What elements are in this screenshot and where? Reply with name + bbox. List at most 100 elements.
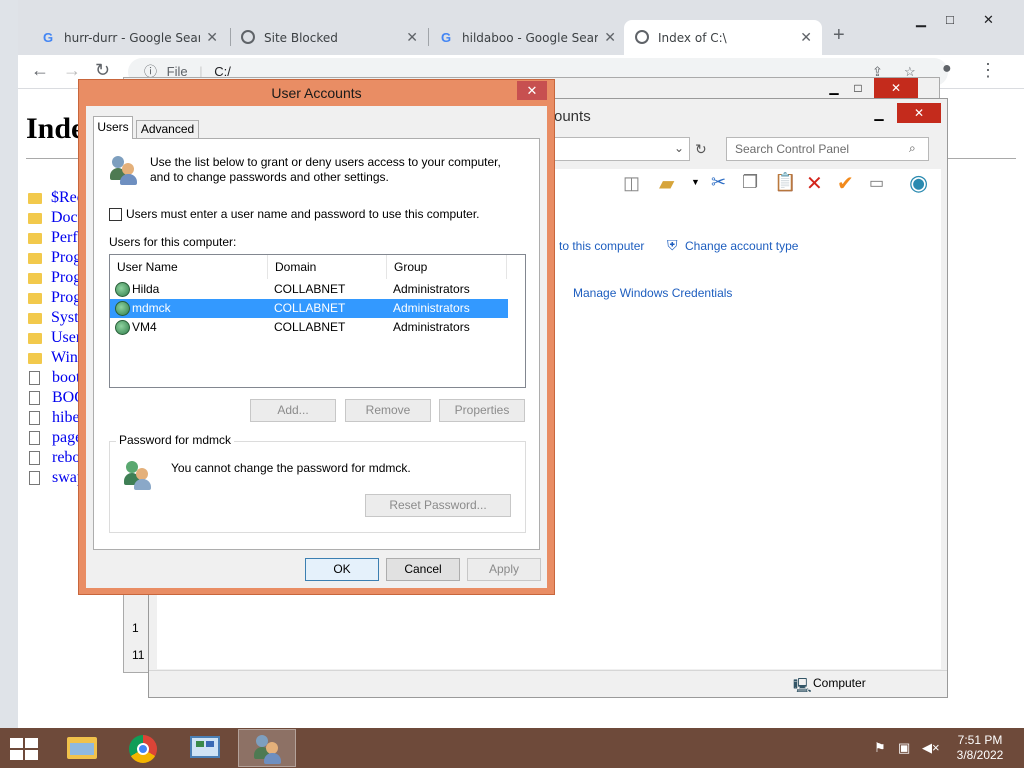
must-login-row[interactable]: Users must enter a user name and passwor… xyxy=(109,207,480,221)
delete-icon[interactable]: ✕ xyxy=(806,171,823,196)
directory-entry-link[interactable]: PerfLogs xyxy=(51,229,81,247)
user-domain: COLLABNET xyxy=(274,301,346,315)
close-tab-icon[interactable]: ✕ xyxy=(206,30,218,46)
chrome-icon[interactable] xyxy=(115,729,173,767)
rename-icon[interactable]: ▭ xyxy=(869,173,884,193)
manage-credentials-link[interactable]: Manage Windows Credentials xyxy=(573,286,732,300)
directory-entry[interactable]: ProgramData xyxy=(28,288,81,308)
directory-entry[interactable]: swapfile.sys xyxy=(28,468,82,488)
directory-entry-link[interactable]: Program Files (x86) xyxy=(51,269,81,287)
directory-entry-link[interactable]: Users xyxy=(51,329,81,347)
maximize-icon[interactable]: □ xyxy=(946,12,954,27)
search-input[interactable]: Search Control Panel xyxy=(726,137,929,161)
column-header-domain[interactable]: Domain xyxy=(268,255,387,279)
checkmark-icon[interactable]: ✔ xyxy=(837,171,854,196)
action-center-flag-icon[interactable]: ⚑ xyxy=(874,740,886,756)
give-access-link[interactable]: to this computer xyxy=(559,239,644,253)
tab-hurr-durr[interactable]: G hurr-durr - Google Search ✕ xyxy=(30,20,228,55)
change-account-type-link[interactable]: Change account type xyxy=(685,239,798,253)
network-globe-icon[interactable]: ◉ xyxy=(909,170,928,196)
close-tab-icon[interactable]: ✕ xyxy=(800,30,812,46)
user-group: Administrators xyxy=(393,320,470,334)
paste-icon[interactable]: 📋 xyxy=(774,172,796,193)
directory-entry-link[interactable]: ProgramData xyxy=(51,289,81,307)
tab-advanced[interactable]: Advanced xyxy=(136,120,199,139)
menu-kebab-icon[interactable]: ⋮ xyxy=(979,60,997,81)
close-window-icon[interactable]: ✕ xyxy=(874,78,918,98)
user-row[interactable]: VM4 COLLABNET Administrators xyxy=(110,318,508,337)
clock-date: 3/8/2022 xyxy=(956,748,1004,762)
back-icon[interactable]: ← xyxy=(31,60,49,81)
users-list[interactable]: User Name Domain Group Hilda COLLABNET Adm… xyxy=(109,254,526,388)
folder-icon xyxy=(28,292,42,304)
copy-icon[interactable]: ❐ xyxy=(742,172,758,193)
close-tab-icon[interactable]: ✕ xyxy=(406,30,418,46)
status-bar: 🖳 Computer xyxy=(149,670,947,696)
dropdown-arrow-icon[interactable]: ▼ xyxy=(691,177,700,187)
file-icon xyxy=(29,371,40,385)
layout-icon[interactable]: ◫ xyxy=(623,173,640,194)
remove-user-button[interactable]: Remove xyxy=(345,399,431,422)
status-computer-label: Computer xyxy=(813,676,866,690)
close-tab-icon[interactable]: ✕ xyxy=(604,30,616,46)
search-icon[interactable]: ⌕ xyxy=(909,141,916,156)
directory-entry-link[interactable]: Program Files xyxy=(51,249,81,267)
ok-button[interactable]: OK xyxy=(305,558,379,581)
user-row[interactable]: Hilda COLLABNET Administrators xyxy=(110,280,508,299)
directory-entry[interactable]: PerfLogs xyxy=(28,228,81,248)
refresh-icon[interactable]: ↻ xyxy=(695,141,707,158)
tab-users[interactable]: Users xyxy=(93,116,133,139)
control-panel-icon[interactable] xyxy=(176,729,234,767)
apply-button[interactable]: Apply xyxy=(467,558,541,581)
directory-entry[interactable]: bootmgr xyxy=(28,368,82,388)
close-window-icon[interactable]: ✕ xyxy=(897,103,941,123)
user-domain: COLLABNET xyxy=(274,320,346,334)
user-row[interactable]: mdmck COLLABNET Administrators xyxy=(110,299,508,318)
user-accounts-icon[interactable] xyxy=(238,729,296,767)
forward-icon[interactable]: → xyxy=(63,60,81,81)
folder-icon xyxy=(28,232,42,244)
new-tab-button[interactable]: + xyxy=(833,24,845,47)
directory-entry[interactable]: reboot xyxy=(28,448,82,468)
directory-entry[interactable]: Program Files xyxy=(28,248,81,268)
directory-entry[interactable]: Users xyxy=(28,328,81,348)
directory-entry[interactable]: $Recycle.Bin xyxy=(28,188,81,208)
properties-button[interactable]: Properties xyxy=(439,399,525,422)
minimize-icon[interactable]: ▁ xyxy=(916,12,926,28)
directory-entry[interactable]: pagefile.sys xyxy=(28,428,82,448)
clock[interactable]: 7:51 PM 3/8/2022 xyxy=(944,733,1016,763)
reload-icon[interactable]: ↻ xyxy=(95,60,110,81)
tab-hildaboo[interactable]: G hildaboo - Google Search ✕ xyxy=(428,20,626,55)
add-user-button[interactable]: Add... xyxy=(250,399,336,422)
directory-entry[interactable]: hiberfil.sys xyxy=(28,408,82,428)
must-login-checkbox[interactable] xyxy=(109,207,122,221)
directory-entry[interactable]: Program Files (x86) xyxy=(28,268,81,288)
profile-avatar-icon[interactable]: ● xyxy=(942,60,952,78)
directory-entry[interactable]: Windows xyxy=(28,348,81,368)
tab-site-blocked[interactable]: Site Blocked ✕ xyxy=(230,20,428,55)
directory-entry[interactable]: BOOTNXT xyxy=(28,388,82,408)
column-header-username[interactable]: User Name xyxy=(110,255,268,279)
directory-entry-link[interactable]: Windows xyxy=(51,349,81,367)
folder-check-icon[interactable]: ▰ xyxy=(659,171,674,196)
directory-entry-link[interactable]: Documents and Settings xyxy=(51,209,81,227)
folder-icon xyxy=(28,272,42,284)
cancel-button[interactable]: Cancel xyxy=(386,558,460,581)
cut-icon[interactable]: ✂ xyxy=(711,172,726,193)
tab-index-of-c[interactable]: Index of C:\ ✕ xyxy=(624,20,822,55)
directory-entry[interactable]: System Volume Information xyxy=(28,308,81,328)
dropdown-arrow-icon[interactable]: ⌄ xyxy=(674,141,684,155)
directory-entry-link[interactable]: System Volume Information xyxy=(51,309,81,327)
close-icon[interactable]: ✕ xyxy=(517,81,547,100)
start-button[interactable] xyxy=(10,738,38,760)
network-icon[interactable]: ▣ xyxy=(898,740,910,756)
directory-entry-link[interactable]: $Recycle.Bin xyxy=(51,189,81,207)
file-explorer-icon[interactable] xyxy=(52,729,110,767)
address-bar[interactable]: ⌄ xyxy=(549,137,690,161)
directory-entry[interactable]: Documents and Settings xyxy=(28,208,81,228)
close-window-icon[interactable]: ✕ xyxy=(983,12,994,28)
google-icon: G xyxy=(42,29,54,45)
column-header-group[interactable]: Group xyxy=(387,255,507,279)
volume-muted-icon[interactable]: ◀× xyxy=(922,740,940,756)
reset-password-button[interactable]: Reset Password... xyxy=(365,494,511,517)
